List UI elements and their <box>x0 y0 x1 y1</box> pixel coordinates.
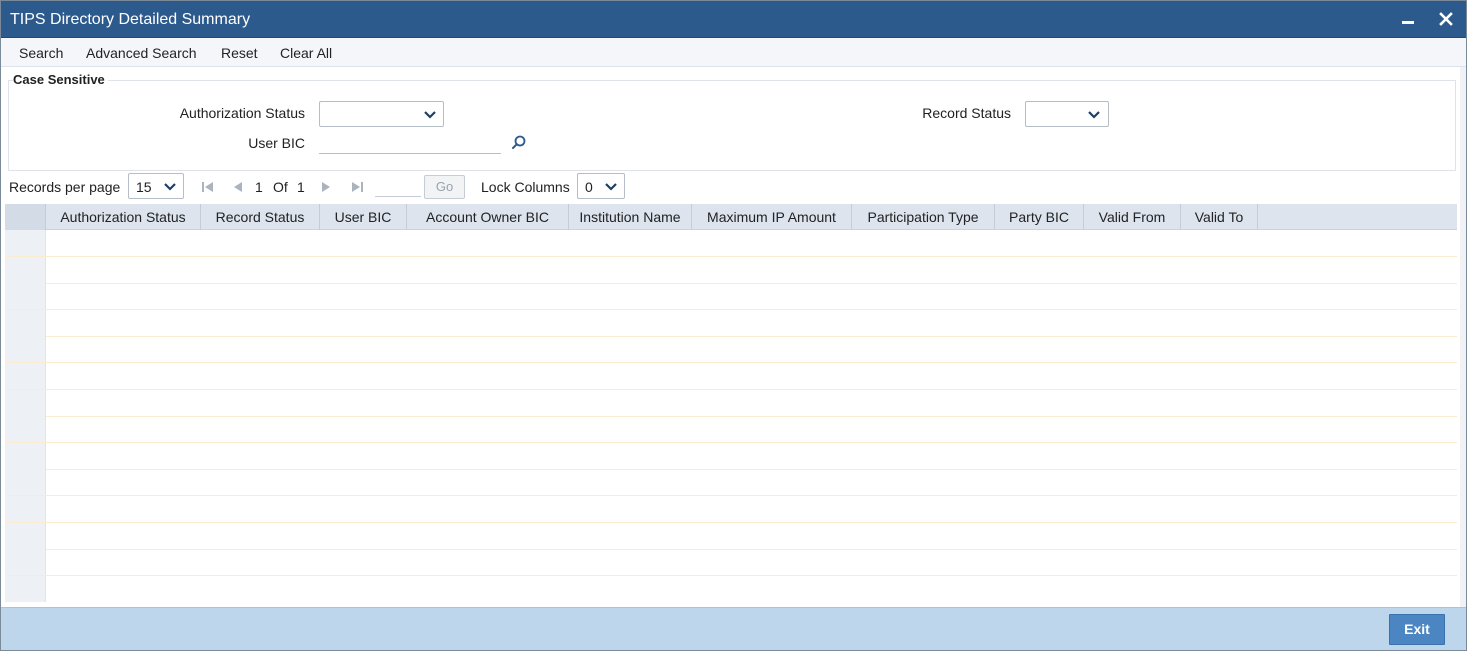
row-select-cell[interactable] <box>5 363 46 389</box>
column-header[interactable]: Account Owner BIC <box>407 204 569 230</box>
table-row[interactable] <box>5 549 1457 577</box>
column-header[interactable]: Record Status <box>201 204 320 230</box>
summary-window: TIPS Directory Detailed Summary Search A… <box>0 0 1467 651</box>
window-title: TIPS Directory Detailed Summary <box>10 11 251 28</box>
go-button[interactable]: Go <box>424 175 465 199</box>
row-select-cell[interactable] <box>5 416 46 443</box>
table-row[interactable] <box>5 256 1457 284</box>
reset-button[interactable]: Reset <box>221 45 258 61</box>
row-select-cell[interactable] <box>5 442 46 469</box>
column-header[interactable]: Valid From <box>1084 204 1181 230</box>
minimize-icon[interactable] <box>1402 9 1416 29</box>
column-header[interactable]: Authorization Status <box>46 204 201 230</box>
table-row[interactable] <box>5 442 1457 470</box>
column-header[interactable]: Party BIC <box>995 204 1084 230</box>
pagination-bar: Records per page 15 1 Of 1 Lock Columns … <box>1 172 1466 202</box>
lock-columns-label: Lock Columns <box>481 179 570 195</box>
row-select-cell[interactable] <box>5 256 46 283</box>
row-select-cell[interactable] <box>5 469 46 496</box>
title-bar: TIPS Directory Detailed Summary <box>1 1 1466 38</box>
row-select-cell[interactable] <box>5 283 46 310</box>
of-label: Of <box>273 179 288 195</box>
column-header[interactable]: User BIC <box>320 204 407 230</box>
row-select-cell[interactable] <box>5 336 46 363</box>
table-row[interactable] <box>5 283 1457 311</box>
row-select-cell[interactable] <box>5 230 46 256</box>
user-bic-input[interactable] <box>319 132 501 154</box>
row-select-cell[interactable] <box>5 522 46 549</box>
next-page-icon[interactable] <box>319 180 333 194</box>
row-select-cell[interactable] <box>5 496 46 522</box>
exit-button[interactable]: Exit <box>1389 614 1445 645</box>
goto-page-input[interactable] <box>375 177 421 197</box>
current-page: 1 <box>255 179 263 195</box>
row-select-cell[interactable] <box>5 389 46 416</box>
records-per-page-select[interactable]: 15 <box>128 173 184 199</box>
last-page-icon[interactable] <box>350 180 364 194</box>
column-header[interactable]: Valid To <box>1181 204 1258 230</box>
column-header[interactable]: Institution Name <box>569 204 692 230</box>
close-icon[interactable] <box>1438 9 1454 29</box>
table-row[interactable] <box>5 496 1457 523</box>
authorization-status-label: Authorization Status <box>179 105 305 121</box>
vertical-scrollbar[interactable] <box>1460 67 1466 607</box>
total-pages: 1 <box>297 179 305 195</box>
table-row[interactable] <box>5 389 1457 417</box>
table-row[interactable] <box>5 309 1457 337</box>
clear-all-button[interactable]: Clear All <box>280 45 332 61</box>
table-row[interactable] <box>5 416 1457 444</box>
grid-header: Authorization Status Record Status User … <box>5 204 1457 230</box>
table-row[interactable] <box>5 575 1457 602</box>
authorization-status-select[interactable] <box>319 101 444 127</box>
row-select-cell[interactable] <box>5 575 46 602</box>
record-status-select[interactable] <box>1025 101 1109 127</box>
table-row[interactable] <box>5 230 1457 257</box>
chevron-down-icon <box>1087 110 1101 120</box>
case-sensitive-legend: Case Sensitive <box>13 72 108 87</box>
toolbar: Search Advanced Search Reset Clear All <box>1 38 1466 67</box>
select-all-cell[interactable] <box>5 204 46 230</box>
user-bic-label: User BIC <box>248 135 305 151</box>
column-header[interactable]: Maximum IP Amount <box>692 204 852 230</box>
row-select-cell[interactable] <box>5 309 46 336</box>
table-row[interactable] <box>5 522 1457 550</box>
search-icon[interactable] <box>510 134 528 152</box>
table-row[interactable] <box>5 336 1457 364</box>
advanced-search-button[interactable]: Advanced Search <box>86 45 197 61</box>
record-status-label: Record Status <box>922 105 1011 121</box>
chevron-down-icon <box>163 182 177 192</box>
search-button[interactable]: Search <box>19 45 63 61</box>
lock-columns-select[interactable]: 0 <box>577 173 625 199</box>
table-row[interactable] <box>5 469 1457 497</box>
table-row[interactable] <box>5 363 1457 390</box>
previous-page-icon[interactable] <box>231 180 245 194</box>
column-header[interactable]: Participation Type <box>852 204 995 230</box>
chevron-down-icon <box>604 182 618 192</box>
lock-columns-value: 0 <box>585 179 593 195</box>
row-select-cell[interactable] <box>5 549 46 576</box>
first-page-icon[interactable] <box>201 180 215 194</box>
results-grid: Authorization Status Record Status User … <box>5 204 1457 602</box>
search-criteria-panel <box>8 80 1456 171</box>
footer-bar <box>1 607 1466 650</box>
records-per-page-label: Records per page <box>9 179 121 195</box>
records-per-page-value: 15 <box>136 179 152 195</box>
chevron-down-icon <box>423 110 437 120</box>
